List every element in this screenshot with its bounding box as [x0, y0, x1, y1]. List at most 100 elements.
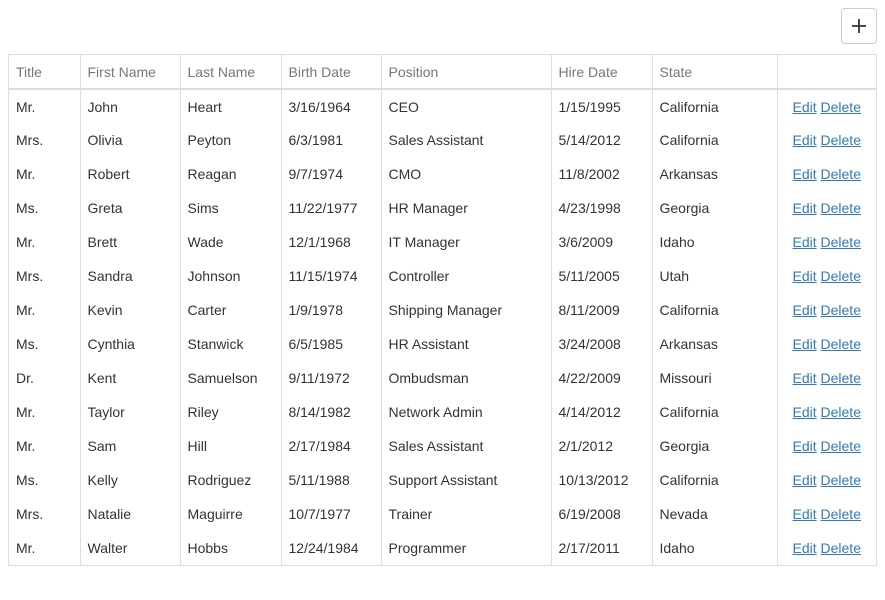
cell-last-name: Sims: [179, 191, 281, 225]
table-row: Mr. Kevin Carter 1/9/1978 Shipping Manager 8/…: [9, 293, 876, 327]
cell-position: HR Manager: [380, 191, 551, 225]
edit-link[interactable]: Edit: [793, 506, 817, 522]
cell-first-name: Sandra: [79, 259, 180, 293]
cell-hire-date: 4/14/2012: [550, 395, 652, 429]
edit-link[interactable]: Edit: [793, 200, 817, 216]
cell-birth-date: 9/7/1974: [280, 157, 381, 191]
column-header-birth-date[interactable]: Birth Date: [280, 55, 381, 90]
cell-hire-date: 3/6/2009: [550, 225, 652, 259]
cell-last-name: Stanwick: [179, 327, 281, 361]
cell-birth-date: 1/9/1978: [280, 293, 381, 327]
cell-state: Nevada: [651, 497, 777, 531]
cell-birth-date: 11/22/1977: [280, 191, 381, 225]
edit-link[interactable]: Edit: [793, 302, 817, 318]
delete-link[interactable]: Delete: [821, 438, 861, 454]
cell-hire-date: 4/22/2009: [550, 361, 652, 395]
cell-first-name: Kevin: [79, 293, 180, 327]
cell-first-name: Natalie: [79, 497, 180, 531]
edit-link[interactable]: Edit: [793, 472, 817, 488]
table-row: Dr. Kent Samuelson 9/11/1972 Ombudsman 4/22/2…: [9, 361, 876, 395]
cell-actions: Edit Delete: [776, 259, 876, 293]
cell-first-name: Kent: [79, 361, 180, 395]
cell-actions: Edit Delete: [776, 497, 876, 531]
cell-position: Ombudsman: [380, 361, 551, 395]
cell-birth-date: 12/1/1968: [280, 225, 381, 259]
cell-actions: Edit Delete: [776, 293, 876, 327]
cell-title: Mr.: [16, 540, 36, 556]
cell-first-name: John: [79, 89, 180, 123]
cell-title: Mr.: [16, 166, 36, 182]
cell-state: Missouri: [651, 361, 777, 395]
table-row: Mr. Walter Hobbs 12/24/1984 Programmer 2/17/2…: [9, 531, 876, 565]
cell-birth-date: 11/15/1974: [280, 259, 381, 293]
delete-link[interactable]: Delete: [821, 472, 861, 488]
delete-link[interactable]: Delete: [821, 540, 861, 556]
edit-link[interactable]: Edit: [793, 132, 817, 148]
edit-link[interactable]: Edit: [793, 99, 817, 115]
table-header: Title First Name Last Name Birth Date Positi…: [9, 55, 876, 90]
edit-link[interactable]: Edit: [793, 370, 817, 386]
column-header-position[interactable]: Position: [380, 55, 551, 90]
cell-hire-date: 6/19/2008: [550, 497, 652, 531]
column-header-title[interactable]: Title: [9, 55, 80, 90]
table-row: Ms. Kelly Rodriguez 5/11/1988 Support Assist…: [9, 463, 876, 497]
cell-hire-date: 5/14/2012: [550, 123, 652, 157]
cell-first-name: Greta: [79, 191, 180, 225]
cell-position: HR Assistant: [380, 327, 551, 361]
delete-link[interactable]: Delete: [821, 336, 861, 352]
delete-link[interactable]: Delete: [821, 302, 861, 318]
cell-last-name: Wade: [179, 225, 281, 259]
cell-state: California: [651, 89, 777, 123]
delete-link[interactable]: Delete: [821, 99, 861, 115]
cell-title: Mrs.: [16, 506, 44, 522]
delete-link[interactable]: Delete: [821, 370, 861, 386]
cell-hire-date: 2/1/2012: [550, 429, 652, 463]
table-row: Mr. Taylor Riley 8/14/1982 Network Admin 4/14…: [9, 395, 876, 429]
delete-link[interactable]: Delete: [821, 234, 861, 250]
column-header-state[interactable]: State: [651, 55, 777, 90]
cell-title: Mr.: [16, 302, 36, 318]
column-header-first-name[interactable]: First Name: [79, 55, 180, 90]
cell-first-name: Olivia: [79, 123, 180, 157]
cell-hire-date: 2/17/2011: [550, 531, 652, 565]
cell-state: Georgia: [651, 429, 777, 463]
edit-link[interactable]: Edit: [793, 336, 817, 352]
edit-link[interactable]: Edit: [793, 404, 817, 420]
header-row: Title First Name Last Name Birth Date Positi…: [9, 55, 876, 90]
cell-actions: Edit Delete: [776, 191, 876, 225]
edit-link[interactable]: Edit: [793, 166, 817, 182]
edit-link[interactable]: Edit: [793, 540, 817, 556]
cell-position: CMO: [380, 157, 551, 191]
cell-hire-date: 1/15/1995: [550, 89, 652, 123]
table-row: Ms. Greta Sims 11/22/1977 HR Manager 4/23/199…: [9, 191, 876, 225]
edit-link[interactable]: Edit: [793, 234, 817, 250]
cell-title: Mrs.: [16, 268, 44, 284]
edit-link[interactable]: Edit: [793, 268, 817, 284]
cell-last-name: Heart: [179, 89, 281, 123]
column-header-hire-date[interactable]: Hire Date: [550, 55, 652, 90]
cell-actions: Edit Delete: [776, 123, 876, 157]
cell-title: Mr.: [16, 438, 36, 454]
column-header-last-name[interactable]: Last Name: [179, 55, 281, 90]
cell-birth-date: 5/11/1988: [280, 463, 381, 497]
delete-link[interactable]: Delete: [821, 404, 861, 420]
cell-state: Arkansas: [651, 157, 777, 191]
table-row: Mr. Sam Hill 2/17/1984 Sales Assistant 2/1/20…: [9, 429, 876, 463]
edit-link[interactable]: Edit: [793, 438, 817, 454]
delete-link[interactable]: Delete: [821, 166, 861, 182]
cell-state: Arkansas: [651, 327, 777, 361]
delete-link[interactable]: Delete: [821, 132, 861, 148]
cell-first-name: Taylor: [79, 395, 180, 429]
delete-link[interactable]: Delete: [821, 268, 861, 284]
cell-actions: Edit Delete: [776, 89, 876, 123]
cell-last-name: Carter: [179, 293, 281, 327]
delete-link[interactable]: Delete: [821, 506, 861, 522]
cell-state: California: [651, 463, 777, 497]
delete-link[interactable]: Delete: [821, 200, 861, 216]
add-row-button[interactable]: [841, 8, 877, 44]
cell-position: Support Assistant: [380, 463, 551, 497]
cell-last-name: Samuelson: [179, 361, 281, 395]
cell-title: Ms.: [16, 472, 39, 488]
cell-title: Mrs.: [16, 132, 44, 148]
cell-position: Sales Assistant: [380, 429, 551, 463]
